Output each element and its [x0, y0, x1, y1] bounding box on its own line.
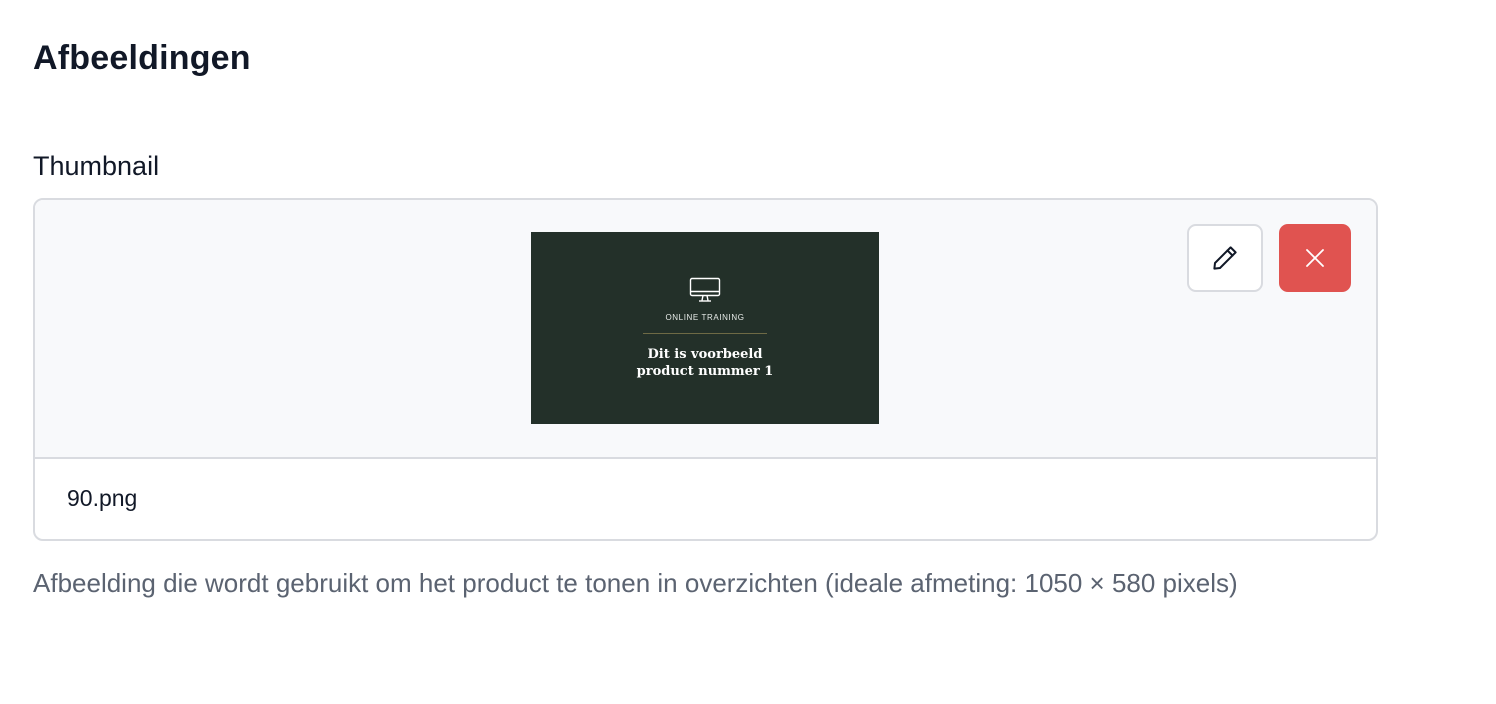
preview-title-line-1: Dit is voorbeeld: [647, 347, 763, 362]
pencil-icon: [1213, 246, 1237, 270]
preview-title-line-2: product nummer 1: [636, 364, 774, 379]
file-name: 90.png: [67, 485, 138, 511]
remove-image-button[interactable]: [1279, 224, 1351, 292]
thumbnail-preview-image: ONLINE TRAINING Dit is voorbeeld product…: [531, 232, 879, 424]
preview-divider: [643, 333, 767, 334]
monitor-icon: [689, 277, 721, 302]
thumbnail-preview-area: ONLINE TRAINING Dit is voorbeeld product…: [35, 200, 1376, 459]
thumbnail-label: Thumbnail: [33, 151, 160, 181]
filename-row: 90.png: [35, 459, 1376, 539]
preview-title: Dit is voorbeeld product nummer 1: [531, 346, 879, 380]
edit-image-button[interactable]: [1187, 224, 1263, 292]
thumbnail-upload-box: ONLINE TRAINING Dit is voorbeeld product…: [33, 198, 1378, 541]
section-title: Afbeeldingen: [33, 39, 251, 77]
close-icon: [1306, 249, 1324, 267]
preview-eyebrow: ONLINE TRAINING: [665, 313, 745, 322]
thumbnail-help-text: Afbeelding die wordt gebruikt om het pro…: [33, 568, 1238, 598]
